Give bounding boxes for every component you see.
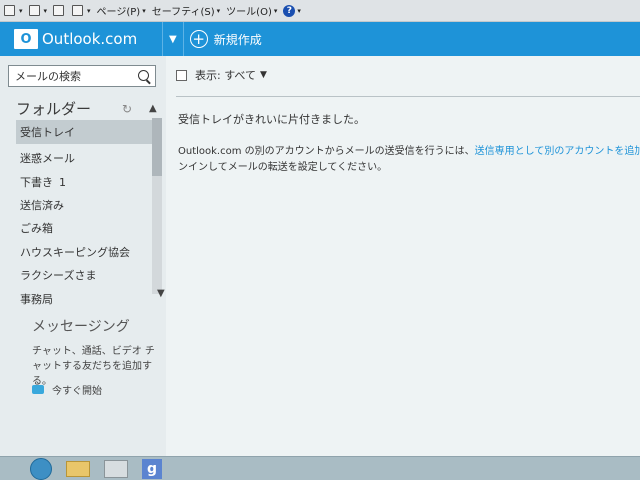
search-icon[interactable]	[138, 70, 149, 81]
folder-label: 迷惑メール	[20, 152, 75, 165]
feeds-button[interactable]: ▾	[28, 5, 47, 16]
start-now-label: 今すぐ開始	[52, 386, 102, 397]
header-divider	[182, 22, 184, 56]
new-message-button[interactable]: + 新規作成	[189, 30, 262, 48]
outlook-header: O Outlook.com ▼ + 新規作成	[0, 22, 640, 56]
tools-menu[interactable]: ツール(O) ▾	[226, 3, 277, 19]
folder-label: ハウスキーピング協会	[20, 246, 130, 259]
chat-icon	[32, 385, 44, 394]
folder-drafts[interactable]: 下書き 1	[16, 170, 152, 194]
folder-sent[interactable]: 送信済み	[16, 193, 152, 217]
folder-trash[interactable]: ごみ箱	[16, 216, 152, 240]
mail-icon	[53, 5, 65, 16]
search-placeholder: メールの検索	[15, 70, 81, 83]
help-icon: ?	[283, 4, 296, 17]
home-button[interactable]: ▾	[4, 5, 23, 16]
print-button[interactable]: ▾	[72, 5, 91, 16]
account-info-text: Outlook.com の別のアカウントからメールの送受信を行うには、送信専用と…	[178, 144, 640, 176]
browser-command-bar: ▾ ▾ ▾ ページ(P) ▾ セーフティ(S) ▾ ツール(O) ▾ ? ▾	[0, 0, 640, 22]
info-suffix: ンインしてメールの転送を設定してください。	[178, 162, 388, 173]
chevron-up-icon[interactable]: ▲	[149, 103, 157, 114]
folder-scrollbar-thumb[interactable]	[152, 118, 162, 176]
internet-explorer-icon[interactable]	[30, 457, 52, 480]
rss-icon	[28, 5, 40, 16]
page-menu[interactable]: ページ(P) ▾	[96, 3, 146, 19]
folder-junk[interactable]: 迷惑メール	[16, 146, 152, 170]
app-switcher-chevron-icon[interactable]: ▼	[163, 34, 183, 45]
safety-menu[interactable]: セーフティ(S) ▾	[151, 3, 220, 19]
home-icon	[4, 5, 15, 16]
windows-taskbar: g	[0, 456, 640, 480]
filter-dropdown[interactable]: 表示: すべて	[195, 67, 256, 83]
print-icon	[72, 5, 84, 16]
safety-menu-label: セーフティ(S)	[151, 7, 215, 18]
outlook-logo[interactable]: O Outlook.com	[0, 22, 162, 56]
toolbar-divider	[176, 96, 640, 97]
select-all-checkbox[interactable]	[176, 69, 187, 81]
start-now-link[interactable]: 今すぐ開始	[32, 382, 102, 397]
read-mail-button[interactable]	[53, 5, 66, 16]
new-message-label: 新規作成	[213, 32, 262, 47]
info-prefix: Outlook.com の別のアカウントからメールの送受信を行うには、	[178, 146, 475, 157]
google-icon[interactable]: g	[142, 458, 162, 479]
folder-office[interactable]: 事務局	[16, 287, 152, 311]
plus-icon: +	[189, 30, 208, 48]
refresh-icon[interactable]: ↻	[122, 102, 132, 116]
file-explorer-icon[interactable]	[66, 460, 90, 477]
outlook-logo-text: Outlook.com	[42, 30, 138, 48]
messaging-title: メッセージング	[32, 319, 130, 335]
folder-raksys[interactable]: ラクシーズさま	[16, 263, 152, 287]
list-toolbar: 表示: すべて ▼	[176, 67, 267, 83]
tools-menu-label: ツール(O)	[226, 7, 272, 18]
folder-label: 下書き	[20, 176, 53, 189]
page-menu-label: ページ(P)	[96, 7, 141, 18]
folder-label: ごみ箱	[20, 222, 53, 235]
search-input[interactable]: メールの検索	[8, 65, 156, 87]
chevron-down-icon[interactable]: ▼	[157, 288, 165, 299]
chevron-down-icon[interactable]: ▼	[260, 70, 267, 80]
folder-label: 送信済み	[20, 199, 64, 212]
folder-inbox[interactable]: 受信トレイ	[16, 120, 152, 144]
app-icon[interactable]	[104, 459, 128, 478]
folders-title[interactable]: フォルダー	[16, 98, 91, 119]
folder-count: 1	[59, 175, 66, 189]
message-list-pane: 表示: すべて ▼ 受信トレイがきれいに片付きました。 Outlook.com …	[166, 56, 640, 456]
folder-label: 事務局	[20, 293, 53, 306]
folder-label: ラクシーズさま	[20, 269, 97, 282]
folder-label: 受信トレイ	[20, 126, 75, 139]
sidebar: メールの検索 フォルダー ↻ ▲ 受信トレイ 迷惑メール 下書き 1 送信済み …	[0, 56, 166, 456]
add-send-only-account-link[interactable]: 送信専用として別のアカウントを追加して	[475, 146, 640, 157]
folder-housekeeping[interactable]: ハウスキーピング協会	[16, 240, 152, 264]
empty-inbox-message: 受信トレイがきれいに片付きました。	[178, 113, 365, 126]
help-button[interactable]: ? ▾	[283, 4, 301, 17]
outlook-logo-icon: O	[14, 29, 38, 49]
